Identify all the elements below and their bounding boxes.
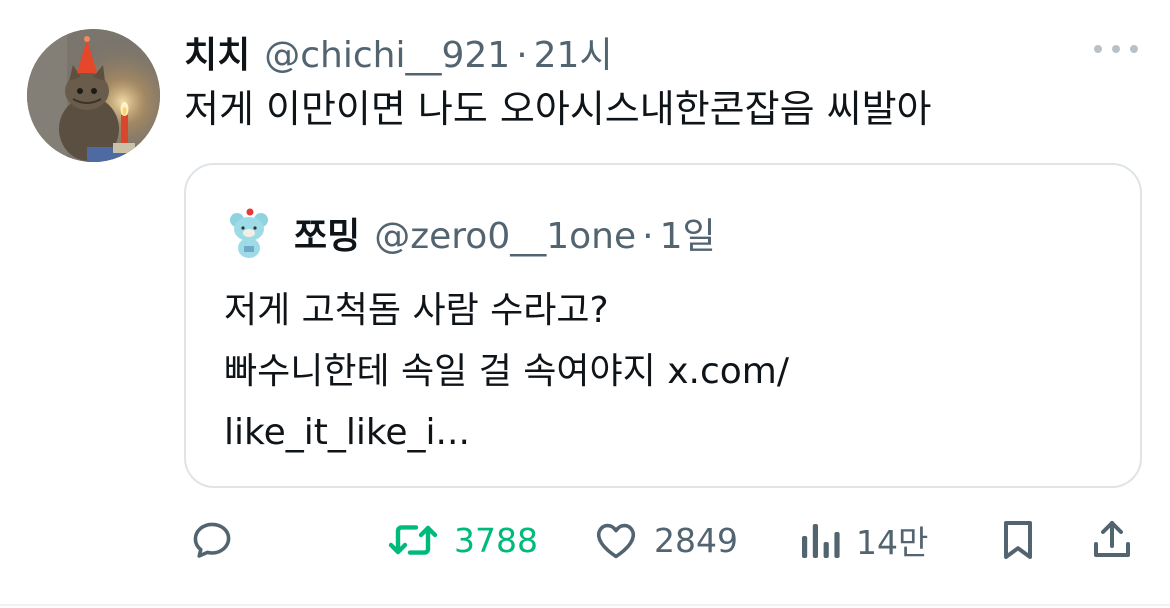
quoted-author-handle[interactable]: @zero0__1one [374,216,636,257]
quoted-text-line: 저게 고척돔 사람 수라고? [224,290,609,331]
retweet-button[interactable]: 3788 [386,510,538,570]
tweet-header: 치치 @chichi__921 · 21시 [184,26,613,76]
views-count: 14만 [856,523,929,562]
author-name[interactable]: 치치 [184,26,250,78]
separator-dot: · [642,216,654,257]
quoted-tweet-time[interactable]: 1일 [660,207,716,259]
quoted-author-name[interactable]: 쪼밍 [294,207,360,259]
author-avatar[interactable] [27,29,160,162]
quoted-author-avatar[interactable] [222,204,276,258]
retweet-count: 3788 [454,520,538,560]
bear-avatar-image [222,204,276,258]
quoted-text-line[interactable]: like_it_like_i... [224,402,1084,463]
tweet-action-bar: 3788 2849 14만 [0,510,1170,570]
bookmark-icon [1004,521,1032,559]
views-button[interactable]: 14만 [798,510,928,570]
quoted-tweet-header: 쪼밍 @zero0__1one · 1일 [294,207,716,259]
reply-icon [193,522,231,558]
tweet-time[interactable]: 21시 [534,26,613,78]
cat-avatar-image [27,29,160,162]
like-count: 2849 [654,520,738,560]
share-button[interactable] [1088,510,1136,570]
bookmark-button[interactable] [996,510,1040,570]
retweet-icon [388,525,438,555]
divider [0,604,1170,606]
separator-dot: · [516,35,528,76]
tweet: 치치 @chichi__921 · 21시 저게 이만이면 나도 오아시스내한콘… [0,0,1170,608]
author-handle[interactable]: @chichi__921 [264,35,510,76]
reply-button[interactable] [188,510,236,570]
quoted-tweet-text: 저게 고척돔 사람 수라고? 빠수니한테 속일 걸 속여야지 x.com/ li… [224,280,1084,463]
tweet-text: 저게 이만이면 나도 오아시스내한콘잡음 씨발아 [184,87,932,131]
quoted-text-line[interactable]: 빠수니한테 속일 걸 속여야지 x.com/ [224,341,1084,402]
views-icon [802,524,840,558]
like-button[interactable]: 2849 [592,510,738,570]
more-options-icon[interactable] [1094,45,1138,55]
quoted-tweet-card[interactable]: 쪼밍 @zero0__1one · 1일 저게 고척돔 사람 수라고? 빠수니한… [184,163,1142,488]
share-icon [1094,521,1130,557]
heart-icon [596,523,636,559]
